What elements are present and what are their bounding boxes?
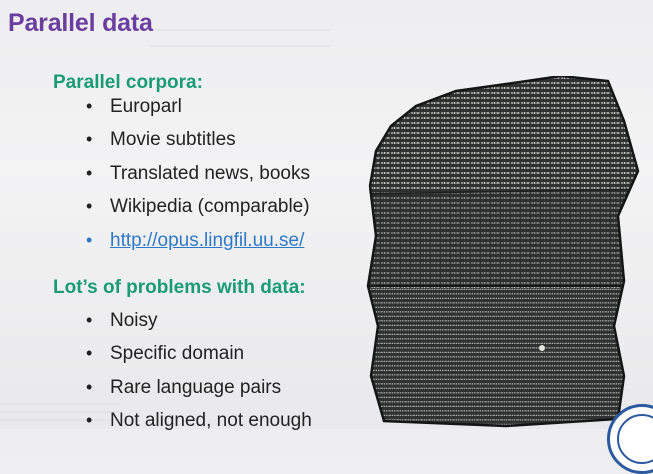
list-item: Europarl <box>84 90 310 124</box>
rosetta-stone-svg <box>366 74 640 428</box>
list-item-text: Noisy <box>110 310 158 331</box>
list-item: Noisy <box>84 304 312 338</box>
list-item-text: Translated news, books <box>110 162 310 184</box>
list-item-link[interactable]: http://opus.lingfil.uu.se/ <box>84 224 310 258</box>
slide-title: Parallel data <box>8 9 153 37</box>
list-item: Rare language pairs <box>84 371 312 405</box>
rosetta-stone-image <box>356 74 648 429</box>
list-item-text: Movie subtitles <box>110 129 236 151</box>
list-item-text: Rare language pairs <box>110 376 282 398</box>
list-item-text: Europarl <box>110 96 182 117</box>
list-item: Movie subtitles <box>84 123 310 157</box>
list-item: Not aligned, not enough <box>84 404 312 438</box>
parallel-corpora-list: Europarl Movie subtitles Translated news… <box>84 90 310 257</box>
logo-ring <box>617 414 653 464</box>
list-item: Wikipedia (comparable) <box>84 190 310 224</box>
problems-list: Noisy Specific domain Rare language pair… <box>84 304 312 438</box>
list-item: Specific domain <box>84 337 312 371</box>
opus-link[interactable]: http://opus.lingfil.uu.se/ <box>110 230 304 251</box>
list-item-text: Wikipedia (comparable) <box>110 196 310 218</box>
list-item-text: Not aligned, not enough <box>110 410 312 432</box>
section-heading-problems: Lot’s of problems with data: <box>53 277 306 298</box>
list-item-text: Specific domain <box>110 343 245 365</box>
list-item: Translated news, books <box>84 157 310 191</box>
